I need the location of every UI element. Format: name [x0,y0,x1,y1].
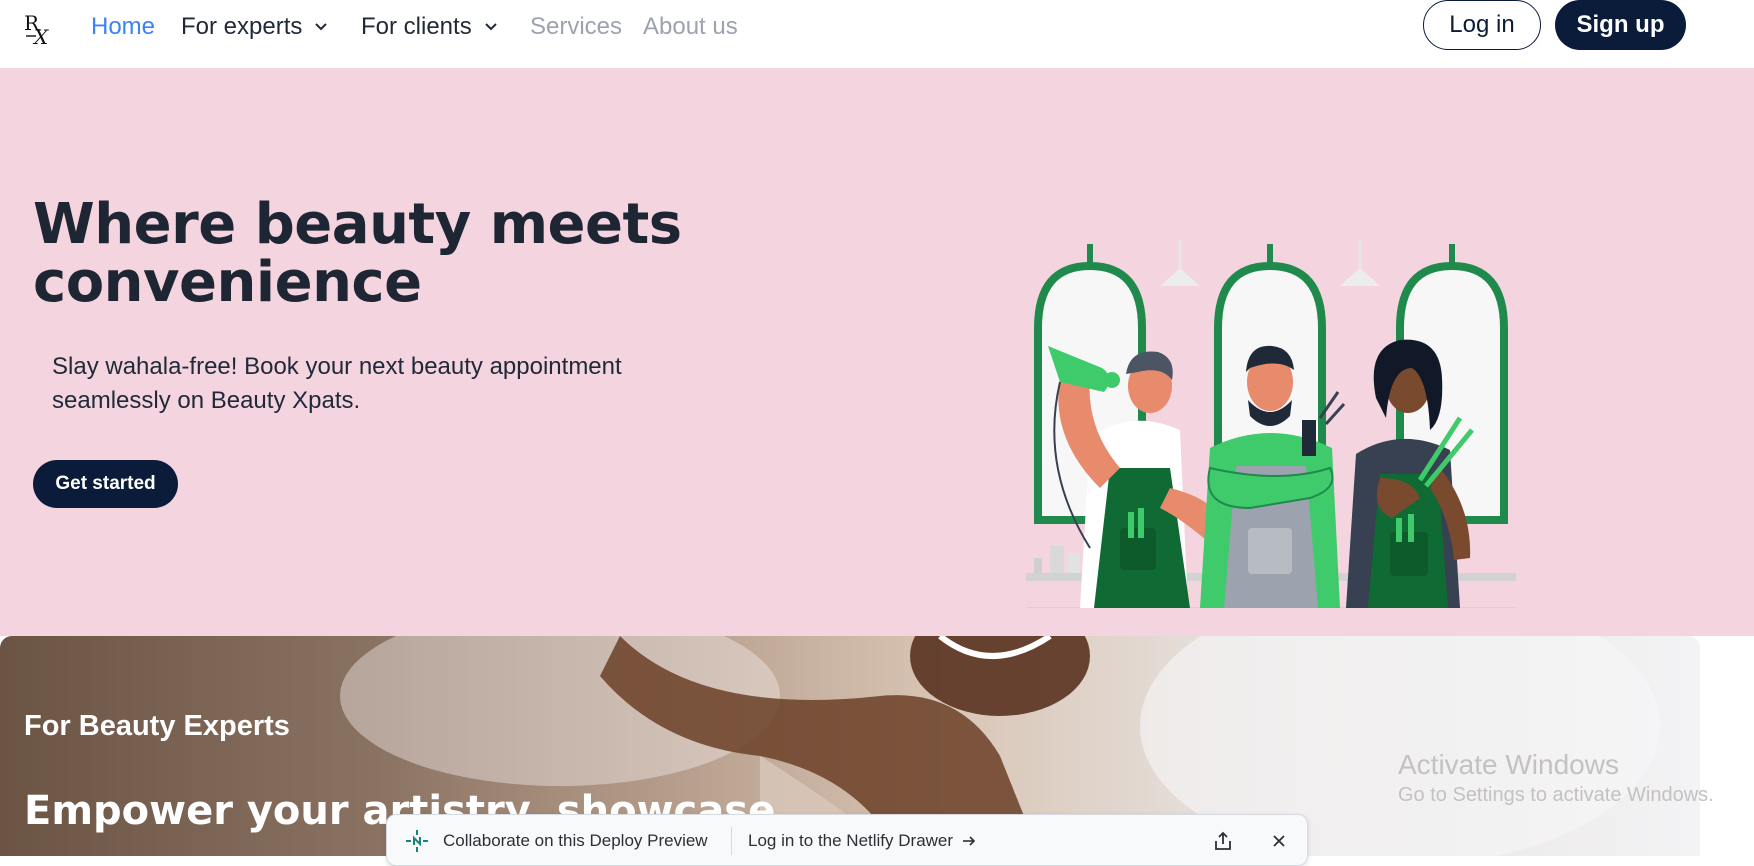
nav-for-experts-label: For experts [181,13,303,40]
chevron-down-icon [484,23,497,31]
chevron-down-icon [315,23,328,31]
nav-home-label: Home [91,13,156,40]
arrow-right-icon [963,836,976,846]
netlify-drawer-login-link[interactable]: Log in to the Netlify Drawer [748,829,977,853]
top-navbar: R X Home For experts For clients Service… [0,0,1754,69]
get-started-button[interactable]: Get started [33,460,178,508]
hero-title-line-2: convenience [33,250,422,315]
nav-services-link[interactable]: Services [530,12,622,42]
netlify-logo-icon [406,830,428,852]
nav-for-clients-dropdown[interactable]: For clients [361,12,498,42]
nav-about-us-label: About us [643,13,738,40]
watermark-subtitle: Go to Settings to activate Windows. [1398,784,1714,806]
nav-for-experts-dropdown[interactable]: For experts [181,12,328,42]
nav-for-clients-label: For clients [361,13,472,40]
netlify-drawer-login-label: Log in to the Netlify Drawer [748,831,954,850]
netlify-deploy-preview-bar: Collaborate on this Deploy Preview Log i… [386,814,1308,866]
hero-title: Where beauty meets convenience [33,196,733,312]
netlify-divider [731,827,732,855]
experts-eyebrow: For Beauty Experts [24,710,290,742]
share-icon[interactable] [1211,829,1235,853]
brand-logo[interactable]: R X [22,11,56,49]
nav-about-us-link[interactable]: About us [643,12,738,42]
hero-title-line-1: Where beauty meets [33,192,682,257]
signup-button[interactable]: Sign up [1555,0,1686,50]
login-button[interactable]: Log in [1423,0,1541,50]
hero-section: Where beauty meets convenience Slay waha… [0,68,1754,636]
nav-home-link[interactable]: Home [91,12,155,42]
stylists-illustration [1026,240,1516,608]
windows-activation-watermark: Activate Windows Go to Settings to activ… [1398,748,1714,808]
nav-services-label: Services [530,13,623,40]
close-icon[interactable] [1267,829,1291,853]
hero-subtitle: Slay wahala-free! Book your next beauty … [52,353,622,414]
collaborate-deploy-preview-label[interactable]: Collaborate on this Deploy Preview [443,829,708,853]
watermark-title: Activate Windows [1398,749,1619,780]
